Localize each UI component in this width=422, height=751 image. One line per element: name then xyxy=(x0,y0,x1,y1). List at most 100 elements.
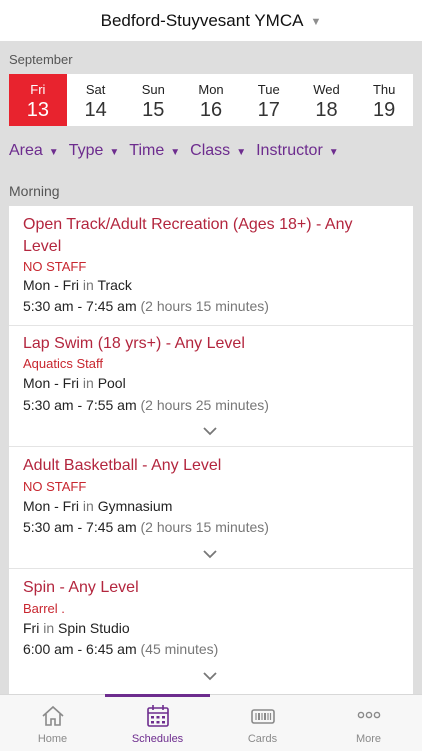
class-time: 5:30 am - 7:45 am (2 hours 15 minutes) xyxy=(23,519,269,535)
tab-label: Schedules xyxy=(131,733,184,745)
day-wed-18[interactable]: Wed 18 xyxy=(298,74,356,126)
tab-bar: Home Schedules Cards More xyxy=(0,694,422,751)
class-schedule: Mon - Fri in Track xyxy=(23,277,132,293)
day-number: 17 xyxy=(257,99,280,121)
tab-home[interactable]: Home xyxy=(0,695,105,751)
class-time-range: 6:00 am - 6:45 am xyxy=(23,641,137,657)
class-days: Mon - Fri xyxy=(23,375,79,391)
class-card[interactable]: Lap Swim (18 yrs+) - Any Level Aquatics … xyxy=(9,326,413,447)
dropdown-triangle-icon: ▼ xyxy=(236,146,247,158)
day-number: 13 xyxy=(26,99,49,121)
class-duration: (2 hours 25 minutes) xyxy=(140,397,269,413)
class-list[interactable]: Open Track/Adult Recreation (Ages 18+) -… xyxy=(9,206,413,694)
chevron-down-icon[interactable] xyxy=(202,546,218,562)
tab-cards[interactable]: Cards xyxy=(210,695,315,751)
class-days: Mon - Fri xyxy=(23,498,79,514)
class-schedule: Mon - Fri in Pool xyxy=(23,375,126,391)
tab-more[interactable]: More xyxy=(315,695,422,751)
filter-label: Type xyxy=(68,142,104,159)
class-duration: (45 minutes) xyxy=(140,641,219,657)
day-name: Thu xyxy=(372,82,396,97)
day-name: Tue xyxy=(257,82,280,97)
class-time-range: 5:30 am - 7:45 am xyxy=(23,519,137,535)
in-word: in xyxy=(82,498,94,514)
class-duration: (2 hours 15 minutes) xyxy=(140,519,269,535)
class-location: Gymnasium xyxy=(97,498,173,514)
class-title[interactable]: Adult Basketball - Any Level xyxy=(23,455,393,477)
day-picker: Fri 13 Sat 14 Sun 15 Mon 16 Tue 17 Wed 1… xyxy=(9,74,413,126)
class-title[interactable]: Open Track/Adult Recreation (Ages 18+) -… xyxy=(23,214,393,258)
tab-label: Cards xyxy=(247,733,278,745)
tab-label: More xyxy=(355,733,382,745)
gym-name-title[interactable]: Bedford-Stuyvesant YMCA xyxy=(101,11,304,31)
class-title[interactable]: Lap Swim (18 yrs+) - Any Level xyxy=(23,333,393,355)
chevron-down-icon[interactable] xyxy=(202,668,218,684)
filter-label: Class xyxy=(190,142,231,159)
class-schedule: Fri in Spin Studio xyxy=(23,620,130,636)
day-number: 19 xyxy=(373,99,396,121)
filter-instructor[interactable]: Instructor ▼ xyxy=(256,142,339,160)
header: Bedford-Stuyvesant YMCA ▼ xyxy=(0,0,422,41)
class-time: 6:00 am - 6:45 am (45 minutes) xyxy=(23,641,218,657)
class-days: Mon - Fri xyxy=(23,277,79,293)
day-number: 18 xyxy=(315,99,338,121)
day-name: Mon xyxy=(198,82,224,97)
class-time: 5:30 am - 7:45 am (2 hours 15 minutes) xyxy=(23,298,269,314)
class-days: Fri xyxy=(23,620,40,636)
tab-schedules[interactable]: Schedules xyxy=(105,694,210,751)
day-name: Wed xyxy=(313,82,340,97)
filter-time[interactable]: Time ▼ xyxy=(129,142,180,160)
class-location: Pool xyxy=(97,375,126,391)
in-word: in xyxy=(43,620,55,636)
day-name: Sat xyxy=(85,82,106,97)
tab-label: Home xyxy=(37,733,68,745)
more-icon xyxy=(357,711,380,719)
dropdown-triangle-icon: ▼ xyxy=(170,146,181,158)
day-number: 14 xyxy=(84,99,107,121)
day-mon-16[interactable]: Mon 16 xyxy=(182,74,240,126)
class-staff: NO STAFF xyxy=(23,259,87,274)
chevron-down-icon[interactable] xyxy=(202,423,218,439)
class-duration: (2 hours 15 minutes) xyxy=(140,298,269,314)
filter-bar: Area ▼ Type ▼ Time ▼ Class ▼ Instructor … xyxy=(9,142,339,160)
gym-select-caret-icon[interactable]: ▼ xyxy=(310,16,321,28)
card-icon xyxy=(250,709,275,724)
calendar-icon xyxy=(146,705,169,727)
day-thu-19[interactable]: Thu 19 xyxy=(355,74,413,126)
filter-label: Time xyxy=(129,142,165,159)
class-time-range: 5:30 am - 7:55 am xyxy=(23,397,137,413)
class-staff: Barrel . xyxy=(23,601,65,616)
filter-label: Instructor xyxy=(256,142,323,159)
day-name: Sun xyxy=(141,82,165,97)
day-number: 15 xyxy=(142,99,165,121)
filter-area[interactable]: Area ▼ xyxy=(9,142,59,160)
class-time: 5:30 am - 7:55 am (2 hours 25 minutes) xyxy=(23,397,269,413)
class-schedule: Mon - Fri in Gymnasium xyxy=(23,498,172,514)
filter-type[interactable]: Type ▼ xyxy=(69,142,120,160)
month-label: September xyxy=(9,52,73,67)
class-title[interactable]: Spin - Any Level xyxy=(23,577,393,599)
class-location: Track xyxy=(97,277,132,293)
section-header-morning: Morning xyxy=(9,183,60,199)
class-staff: Aquatics Staff xyxy=(23,356,103,371)
class-card[interactable]: Adult Basketball - Any Level NO STAFF Mo… xyxy=(9,447,413,569)
day-sun-15[interactable]: Sun 15 xyxy=(124,74,182,126)
class-card[interactable]: Open Track/Adult Recreation (Ages 18+) -… xyxy=(9,206,413,326)
day-number: 16 xyxy=(199,99,223,121)
in-word: in xyxy=(82,277,94,293)
dropdown-triangle-icon: ▼ xyxy=(48,146,59,158)
class-time-range: 5:30 am - 7:45 am xyxy=(23,298,137,314)
class-staff: NO STAFF xyxy=(23,479,87,494)
dropdown-triangle-icon: ▼ xyxy=(109,146,120,158)
filter-label: Area xyxy=(9,142,43,159)
day-sat-14[interactable]: Sat 14 xyxy=(67,74,125,126)
day-tue-17[interactable]: Tue 17 xyxy=(240,74,298,126)
day-fri-13[interactable]: Fri 13 xyxy=(9,74,67,126)
class-card[interactable]: Spin - Any Level Barrel . Fri in Spin St… xyxy=(9,569,413,694)
home-icon xyxy=(41,705,64,726)
class-location: Spin Studio xyxy=(58,620,130,636)
dropdown-triangle-icon: ▼ xyxy=(328,146,339,158)
day-name: Fri xyxy=(30,82,46,97)
filter-class[interactable]: Class ▼ xyxy=(190,142,246,160)
in-word: in xyxy=(82,375,94,391)
